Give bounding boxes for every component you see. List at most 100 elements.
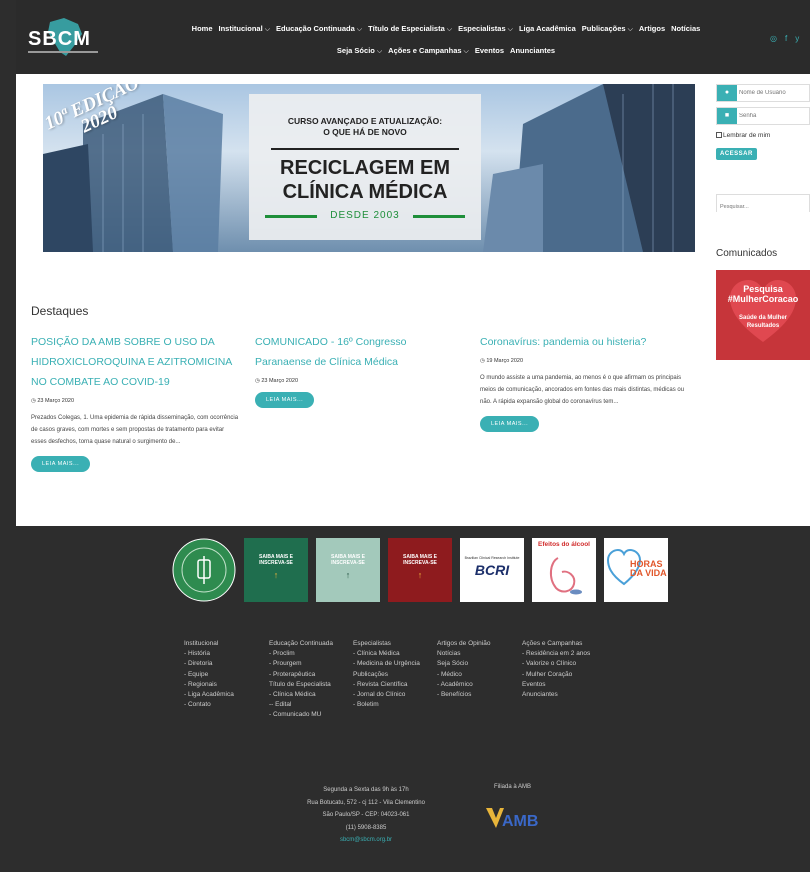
footer-link[interactable]: - Contato [184, 700, 234, 710]
post-title[interactable]: POSIÇÃO DA AMB SOBRE O USO DA HIDROXICLO… [31, 332, 241, 392]
text-line: Resultados [746, 323, 780, 329]
social-links: ◎fy [770, 34, 807, 43]
office-hours: Segunda a Sexta das 9h às 17h [323, 787, 409, 793]
instagram-icon[interactable]: ◎ [770, 34, 785, 43]
footer-link[interactable]: Seja Sócio [437, 659, 490, 669]
nav-item-t-tulo-de-especialista[interactable]: Título de Especialista ⌵ [368, 22, 452, 37]
campaign-line2: #MulherCoracao [727, 294, 799, 304]
footer-link[interactable]: - Mulher Coração [522, 670, 590, 680]
footer-link[interactable]: Notícias [437, 649, 490, 659]
post-date: ◷ 19 Março 2020 [480, 358, 690, 364]
remember-checkbox[interactable] [716, 132, 722, 139]
footer-link[interactable]: - Jornal do Clínico [353, 690, 420, 700]
footer-link[interactable]: - Residência em 2 anos [522, 649, 590, 659]
footer-link[interactable]: Institucional [184, 639, 234, 649]
footer-link[interactable]: - Clínica Médica [269, 690, 333, 700]
post-excerpt: O mundo assiste a uma pandemia, ao menos… [480, 375, 685, 405]
nav-item-eventos[interactable]: Eventos [475, 44, 504, 58]
text-line: CURSO AVANÇADO E ATUALIZAÇÃO: [287, 116, 443, 126]
mulher-coracao-banner[interactable]: Pesquisa #MulherCoracao Saúde da Mulher R… [716, 270, 810, 360]
amb-logo[interactable]: AMB [482, 806, 538, 830]
username-input[interactable] [739, 87, 809, 99]
footer-link[interactable]: - Acadêmico [437, 680, 490, 690]
read-more-button[interactable]: LEIA MAIS... [255, 392, 315, 408]
password-input[interactable] [739, 110, 809, 122]
footer-link[interactable]: - Médico [437, 670, 490, 680]
footer-link[interactable]: Anunciantes [522, 690, 590, 700]
footer-link[interactable]: - Boletim [353, 700, 420, 710]
nav-item-institucional[interactable]: Institucional ⌵ [219, 22, 270, 37]
footer-link[interactable]: Título de Especialista [269, 680, 333, 690]
email-link[interactable]: sbcm@sbcm.org.br [286, 834, 446, 847]
post-title[interactable]: COMUNICADO - 16º Congresso Paranaense de… [255, 332, 465, 372]
footer-link[interactable]: Eventos [522, 680, 590, 690]
footer-link[interactable]: - Proterapêutica [269, 670, 333, 680]
read-more-button[interactable]: LEIA MAIS... [31, 456, 91, 472]
text-line: INSCREVA-SE [259, 560, 293, 566]
read-more-button[interactable]: LEIA MAIS... [480, 416, 540, 432]
access-button[interactable]: ACESSAR [716, 148, 757, 160]
sbcm-seal[interactable] [172, 538, 236, 602]
footer-link[interactable]: - Clínica Médica [353, 649, 420, 659]
saiba-text: SAIBA MAIS E INSCREVA-SE [388, 554, 452, 566]
bcri-caption: Brazilian Clinical Research Institute [464, 556, 520, 560]
nav-item-publica-es[interactable]: Publicações ⌵ [582, 22, 633, 37]
nav-item-anunciantes[interactable]: Anunciantes [510, 44, 555, 58]
nav-item-not-cias[interactable]: Notícias [671, 22, 700, 36]
text-line: CLÍNICA MÉDICA [282, 181, 448, 203]
nav-item-label: Eventos [474, 46, 505, 55]
amb-icon: AMB [486, 808, 538, 830]
footer-link[interactable]: Ações e Campanhas [522, 639, 590, 649]
footer-link[interactable]: - Revista Científica [353, 680, 420, 690]
footer-link[interactable]: Publicações [353, 670, 420, 680]
remember-me[interactable]: Lembrar de mim [716, 130, 810, 142]
username-field[interactable]: ● [716, 84, 810, 102]
footer-link[interactable]: - Medicina de Urgência [353, 659, 420, 669]
nav-item-educa-o-continuada[interactable]: Educação Continuada ⌵ [276, 22, 362, 37]
footer-link[interactable]: - Benefícios [437, 690, 490, 700]
nav-item-artigos[interactable]: Artigos [639, 22, 665, 36]
footer-link[interactable]: - Valorize o Clínico [522, 659, 590, 669]
footer-col-educacao: Educação Continuada - Proclim - Prourgem - … [269, 639, 333, 721]
footer-link[interactable]: Artigos de Opinião [437, 639, 490, 649]
footer-link[interactable]: - Diretoria [184, 659, 234, 669]
sbcm-logo[interactable]: SBCM [28, 14, 98, 60]
chevron-down-icon: ⌵ [446, 26, 453, 33]
footer-link[interactable]: - Equipe [184, 670, 234, 680]
saiba-mais-button-3[interactable]: SAIBA MAIS E INSCREVA-SE ↑ [388, 538, 452, 602]
nav-item-label: Liga Acadêmica [518, 24, 576, 33]
text-line: O QUE HÁ DE NOVO [323, 127, 407, 137]
search-input[interactable] [717, 199, 809, 215]
facebook-icon[interactable]: f [785, 34, 795, 43]
nav-item-home[interactable]: Home [192, 22, 213, 36]
footer-link[interactable]: - Regionais [184, 680, 234, 690]
footer-link[interactable]: Especialistas [353, 639, 420, 649]
footer-link[interactable]: - Liga Acadêmica [184, 690, 234, 700]
nav-item-label: Especialistas [458, 24, 506, 33]
chevron-down-icon: ⌵ [356, 26, 363, 33]
horas-da-vida-logo[interactable]: HORAS DA VIDA [604, 538, 668, 602]
nav-item-seja-s-cio[interactable]: Seja Sócio ⌵ [337, 44, 382, 59]
footer-link[interactable]: Educação Continuada [269, 639, 333, 649]
nav-item-label: Publicações [581, 24, 626, 33]
footer-col-especialistas: Especialistas - Clínica Médica - Medicina … [353, 639, 420, 710]
password-field[interactable]: ■ [716, 107, 810, 125]
text-line: INSCREVA-SE [331, 560, 365, 566]
twitter-icon[interactable]: y [795, 34, 807, 43]
footer-link[interactable]: -- Edital [269, 700, 333, 710]
post-title[interactable]: Coronavírus: pandemia ou histeria? [480, 332, 690, 352]
hero-banner[interactable]: 10ª EDIÇÃO 2020 CURSO AVANÇADO E ATUALIZA… [43, 84, 695, 252]
logo-underline [28, 51, 98, 53]
saiba-mais-button-2[interactable]: SAIBA MAIS E INSCREVA-SE ↑ [316, 538, 380, 602]
footer-link[interactable]: - Proclim [269, 649, 333, 659]
saiba-mais-button-1[interactable]: SAIBA MAIS E INSCREVA-SE ↑ [244, 538, 308, 602]
nav-item-liga-acad-mica[interactable]: Liga Acadêmica [519, 22, 576, 36]
footer-link[interactable]: - História [184, 649, 234, 659]
nav-item-especialistas[interactable]: Especialistas ⌵ [458, 22, 513, 37]
footer-link[interactable]: - Comunicado MU [269, 710, 333, 720]
bcri-logo[interactable]: Brazilian Clinical Research Institute BC… [460, 538, 524, 602]
footer-link[interactable]: - Prourgem [269, 659, 333, 669]
search-box[interactable] [716, 194, 810, 215]
nav-item-a-es-e-campanhas[interactable]: Ações e Campanhas ⌵ [388, 44, 469, 59]
alcool-logo[interactable]: Efeitos do álcool [532, 538, 596, 602]
